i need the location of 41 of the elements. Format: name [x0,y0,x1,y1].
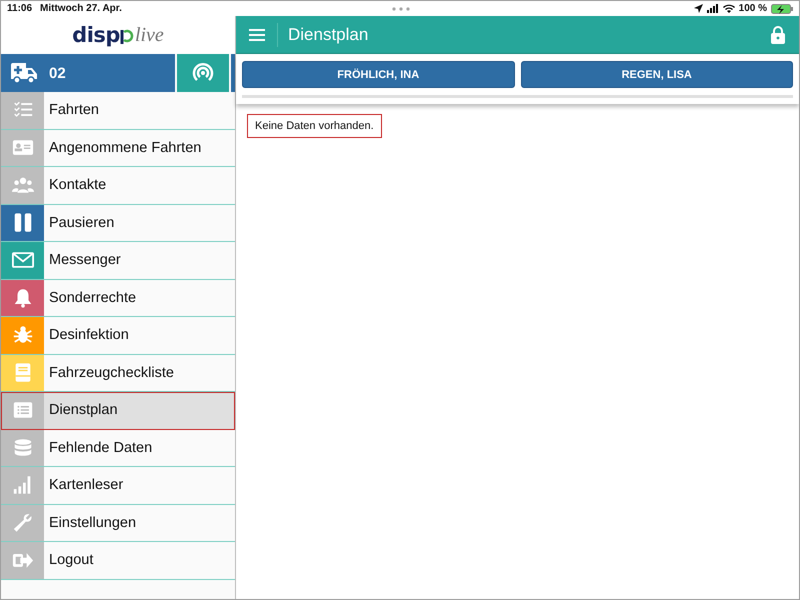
logo-text: disp [72,23,120,47]
menu-item[interactable]: Messenger [1,242,235,280]
cell-signal-icon [706,4,719,13]
id-card-icon [12,138,34,158]
people-icon [12,175,34,196]
radio-signal-button[interactable] [177,54,229,92]
menu-item[interactable]: Pausieren [1,204,235,242]
clock-time: 11:06 [7,3,32,14]
menu-item[interactable]: Fehlende Daten [1,430,235,467]
menu-item[interactable]: Dienstplan [1,392,235,430]
staff-button[interactable]: FRÖHLICH, INA [242,61,514,88]
battery-charging-icon [771,4,793,14]
more-dots-icon [391,7,411,11]
menu-item[interactable]: Desinfektion [1,317,235,354]
battery-percentage: 100 % [738,3,767,14]
vehicle-bar[interactable]: 02 [1,54,175,92]
page-title: Dienstplan [287,24,370,44]
exit-icon [12,550,34,570]
menu-icon [248,28,264,40]
ambulance-icon [11,62,37,84]
menu-item[interactable]: Kartenleser [1,467,235,504]
envelope-icon [12,250,34,270]
location-arrow-icon [694,4,703,13]
list-icon [12,400,34,420]
menu-item[interactable]: Einstellungen [1,504,235,542]
empty-message: Keine Daten vorhanden. [247,114,382,138]
signal-bars-icon [12,475,34,496]
menu-item[interactable]: Fahrzeugcheckliste [1,354,235,392]
logo-text: live [134,24,164,46]
status-date: Mittwoch 27. Apr. [40,3,122,14]
wifi-icon [722,4,735,13]
menu-item[interactable]: Sonderrechte [1,280,235,317]
vehicle-number: 02 [49,64,66,82]
wrench-icon [12,512,34,533]
lock-icon[interactable] [771,26,785,44]
menu-item[interactable]: Logout [1,542,235,580]
menu-item[interactable]: Kontakte [1,167,235,204]
menu-item[interactable]: Angenommene Fahrten [1,130,235,167]
menu-item[interactable]: Fahrten [1,92,235,130]
staff-button[interactable]: REGEN, LISA [520,61,793,88]
bug-icon [12,325,34,346]
